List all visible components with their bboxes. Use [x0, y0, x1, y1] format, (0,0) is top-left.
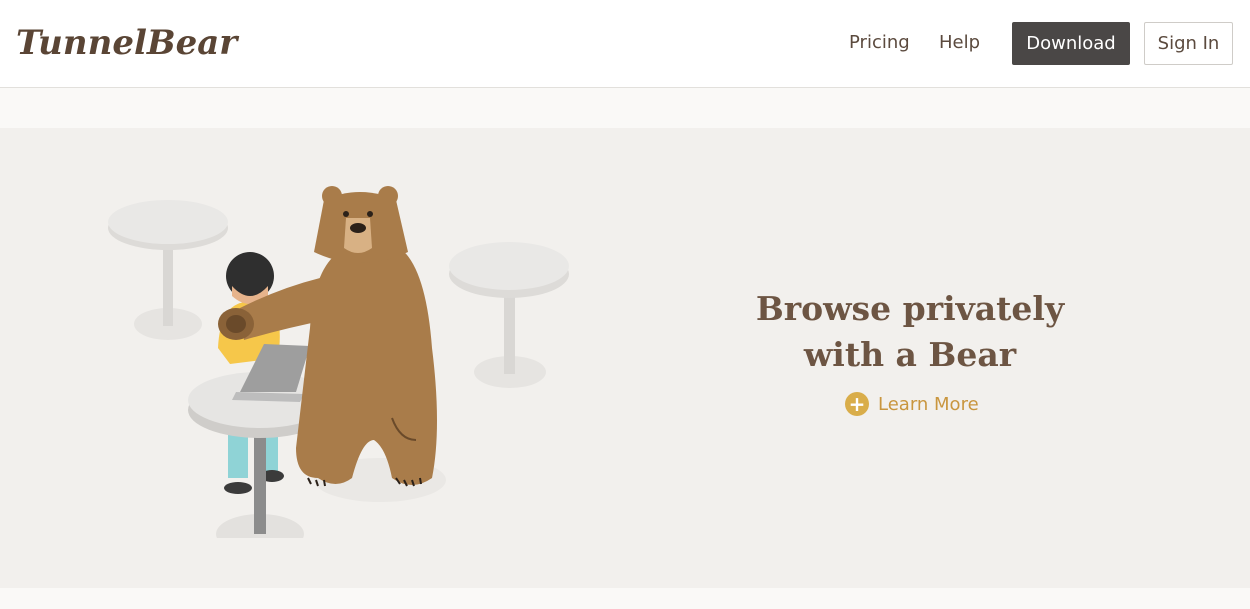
- nav-link-help[interactable]: Help: [939, 31, 980, 55]
- bear-figure: [218, 186, 437, 487]
- hero-headline: Browse privately with a Bear: [730, 286, 1090, 378]
- plus-circle-icon: +: [845, 392, 869, 416]
- logo-wordmark: TunnelBear: [16, 23, 239, 63]
- top-navigation: TunnelBear Pricing Help Download Sign In: [0, 0, 1250, 88]
- hero-section: Browse privately with a Bear + Learn Mor…: [0, 128, 1250, 588]
- sign-in-button[interactable]: Sign In: [1144, 22, 1233, 65]
- learn-more-label: Learn More: [878, 393, 979, 415]
- hero-headline-line2: with a Bear: [803, 335, 1017, 374]
- background-table-left: [108, 200, 228, 340]
- bear-illustration: [108, 186, 569, 538]
- learn-more-link[interactable]: + Learn More: [845, 391, 979, 417]
- background-table-right: [449, 242, 569, 388]
- nav-link-pricing[interactable]: Pricing: [849, 31, 910, 55]
- hero-headline-line1: Browse privately: [755, 289, 1065, 328]
- tunnelbear-logo[interactable]: TunnelBear: [14, 22, 258, 64]
- download-button[interactable]: Download: [1012, 22, 1130, 65]
